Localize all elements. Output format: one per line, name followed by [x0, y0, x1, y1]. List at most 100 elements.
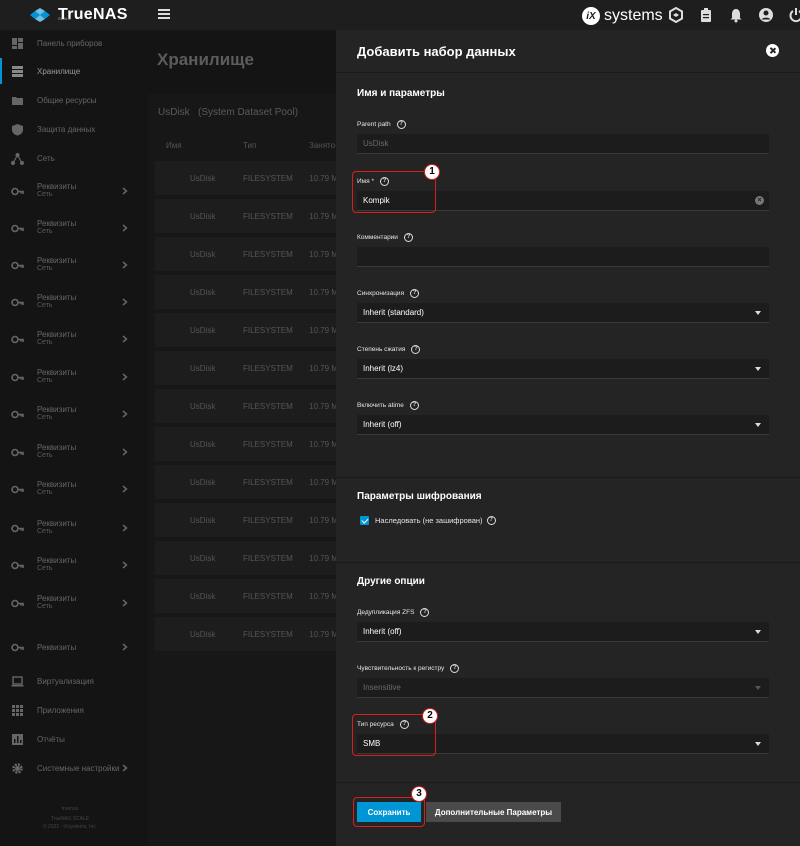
truenas-logo[interactable]: TrueNAS [28, 6, 128, 24]
sidebar-item-21[interactable]: Системные настройки [0, 755, 140, 781]
sidebar-item-label: Реквизиты [37, 480, 77, 489]
sidebar-item-label: Отчёты [37, 735, 65, 744]
sidebar-item-0[interactable]: Панель приборов [0, 30, 140, 56]
sidebar-item-14[interactable]: Реквизиты Сеть [0, 515, 140, 541]
sidebar-item-5[interactable]: Реквизиты Сеть [0, 178, 140, 204]
menu-toggle-icon[interactable] [158, 9, 170, 19]
highlight-save [353, 797, 425, 827]
section-divider [336, 562, 800, 563]
case-label: Чувствительность к регистру? [357, 664, 460, 673]
comments-input[interactable] [357, 247, 769, 267]
atime-label-text: Включить atime [357, 402, 404, 409]
sidebar-item-18[interactable]: Виртуализация [0, 668, 140, 694]
sidebar-item-3[interactable]: Защита данных [0, 116, 140, 142]
help-icon[interactable]: ? [486, 516, 496, 525]
account-icon[interactable] [758, 7, 774, 23]
brand-text: systems [604, 7, 663, 24]
inherit-encryption-checkbox[interactable] [360, 516, 369, 525]
advanced-options-button[interactable]: Дополнительные Параметры [426, 802, 561, 822]
table-row[interactable]: UsDisk FILESYSTEM 10.79 M [155, 199, 338, 233]
table-row[interactable]: UsDisk FILESYSTEM 10.79 M [155, 503, 338, 537]
compression-select[interactable]: Inherit (lz4) [357, 359, 769, 379]
row-name: UsDisk [190, 630, 216, 639]
sidebar-item-10[interactable]: Реквизиты Сеть [0, 364, 140, 390]
table-row[interactable]: UsDisk FILESYSTEM 10.79 M [155, 617, 338, 651]
storage-page: Хранилище UsDisk (System Dataset Pool) И… [140, 30, 338, 846]
table-row[interactable]: UsDisk FILESYSTEM 10.79 M [155, 161, 338, 195]
help-icon[interactable]: ? [403, 233, 413, 242]
table-row[interactable]: UsDisk FILESYSTEM 10.79 M [155, 313, 338, 347]
column-used[interactable]: Занято [309, 141, 335, 150]
table-row[interactable]: UsDisk FILESYSTEM 10.79 M [155, 579, 338, 613]
help-icon[interactable]: ? [411, 345, 421, 354]
sidebar-item-sublabel: Сеть [37, 452, 53, 459]
sidebar-item-1[interactable]: Хранилище [0, 58, 140, 84]
sidebar-item-12[interactable]: Реквизиты Сеть [0, 439, 140, 465]
clear-icon[interactable]: × [755, 196, 764, 205]
gear-icon [12, 762, 23, 774]
help-icon[interactable]: ? [420, 608, 430, 617]
sidebar-item-label: Сеть [37, 154, 55, 163]
bell-icon[interactable] [728, 7, 744, 23]
table-row[interactable]: UsDisk FILESYSTEM 10.79 M [155, 465, 338, 499]
sidebar-item-6[interactable]: Реквизиты Сеть [0, 215, 140, 241]
sidebar-item-9[interactable]: Реквизиты Сеть [0, 326, 140, 352]
table-row[interactable]: UsDisk FILESYSTEM 10.79 M [155, 389, 338, 423]
chevron-right-icon [122, 335, 128, 343]
sidebar-item-19[interactable]: Приложения [0, 697, 140, 723]
add-dataset-panel: Добавить набор данных Имя и параметры Pa… [336, 30, 800, 846]
comments-label: Комментарии? [357, 233, 413, 242]
sidebar-item-sublabel: Сеть [37, 414, 53, 421]
help-icon[interactable]: ? [450, 664, 460, 673]
table-row[interactable]: UsDisk FILESYSTEM 10.79 M [155, 237, 338, 271]
chevron-right-icon [122, 643, 128, 651]
sidebar-item-15[interactable]: Реквизиты Сеть [0, 552, 140, 578]
row-name: UsDisk [190, 516, 216, 525]
help-icon[interactable]: ? [396, 120, 406, 129]
panel-header: Добавить набор данных [336, 30, 800, 73]
key-icon [11, 643, 24, 651]
sidebar-item-sublabel: Сеть [37, 302, 53, 309]
dedup-select[interactable]: Inherit (off) [357, 622, 769, 642]
row-used: 10.79 M [309, 250, 338, 259]
row-type: FILESYSTEM [243, 402, 293, 411]
table-row[interactable]: UsDisk FILESYSTEM 10.79 M [155, 541, 338, 575]
sidebar-item-2[interactable]: Общие ресурсы [0, 87, 140, 113]
top-bar: TrueNAS SCALE iX systems [0, 0, 800, 30]
help-icon[interactable]: ? [409, 401, 419, 410]
table-row[interactable]: UsDisk FILESYSTEM 10.79 M [155, 427, 338, 461]
sidebar-item-label: Хранилище [37, 67, 81, 76]
section-other-options: Другие опции [357, 576, 425, 587]
sidebar-item-8[interactable]: Реквизиты Сеть [0, 289, 140, 315]
parent-path-label: Parent path? [357, 120, 406, 129]
help-icon[interactable]: ? [410, 289, 420, 298]
table-row[interactable]: UsDisk FILESYSTEM 10.79 M [155, 275, 338, 309]
apps-icon [12, 704, 23, 716]
laptop-icon [11, 675, 24, 686]
sidebar-item-16[interactable]: Реквизиты Сеть [0, 590, 140, 616]
logo-text: TrueNAS [58, 6, 128, 23]
clipboard-icon[interactable] [698, 7, 714, 23]
logo-scale: SCALE [58, 16, 72, 21]
sidebar-item-20[interactable]: Отчёты [0, 726, 140, 752]
row-used: 10.79 M [309, 516, 338, 525]
ixsystems-logo[interactable]: iX systems [582, 7, 663, 25]
sidebar-item-11[interactable]: Реквизиты Сеть [0, 401, 140, 427]
sidebar-item-17[interactable]: Реквизиты [0, 634, 140, 660]
sidebar-item-7[interactable]: Реквизиты Сеть [0, 252, 140, 278]
column-name[interactable]: Имя [166, 141, 182, 150]
chevron-right-icon [122, 524, 128, 532]
key-icon [11, 599, 24, 607]
row-name: UsDisk [190, 250, 216, 259]
comments-label-text: Комментарии [357, 234, 398, 241]
sidebar-footer-2: © 2022 - iXsystems, Inc. [42, 824, 98, 830]
table-row[interactable]: UsDisk FILESYSTEM 10.79 M [155, 351, 338, 385]
power-icon[interactable] [788, 7, 800, 23]
atime-select[interactable]: Inherit (off) [357, 415, 769, 435]
sync-select[interactable]: Inherit (standard) [357, 303, 769, 323]
close-icon[interactable] [766, 44, 779, 57]
column-type[interactable]: Тип [243, 141, 256, 150]
sidebar-item-4[interactable]: Сеть [0, 145, 140, 171]
truecommand-icon[interactable] [668, 7, 684, 23]
sidebar-item-13[interactable]: Реквизиты Сеть [0, 476, 140, 502]
